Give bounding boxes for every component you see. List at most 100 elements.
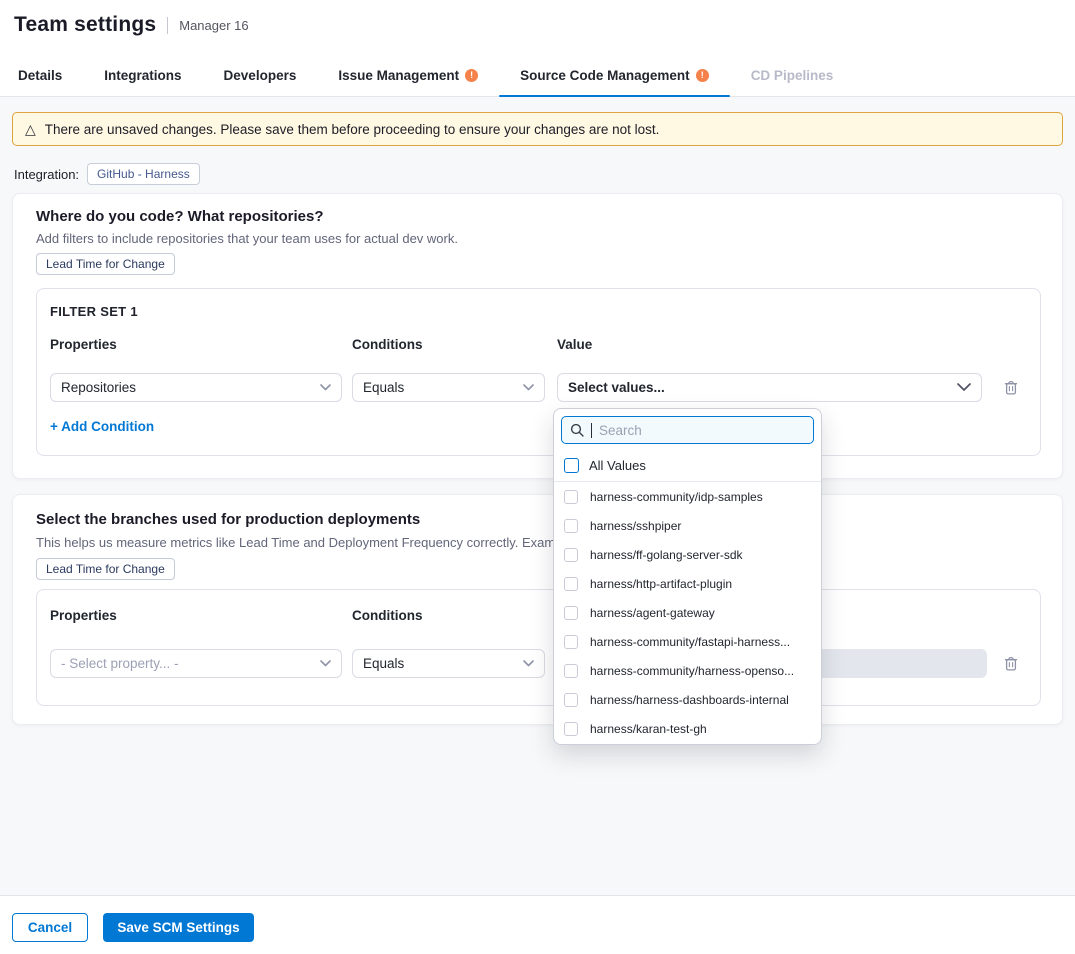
- delete-filter-button[interactable]: [1002, 378, 1020, 396]
- dropdown-search-wrap: [554, 409, 821, 450]
- filter-set-1: FILTER SET 1 Properties Conditions Value…: [36, 288, 1041, 456]
- checkbox-unchecked-icon[interactable]: [564, 664, 578, 678]
- tab-developers[interactable]: Developers: [203, 55, 318, 96]
- add-condition-button[interactable]: + Add Condition: [50, 419, 154, 434]
- all-values-row[interactable]: All Values: [554, 450, 821, 482]
- value-multiselect[interactable]: Select values...: [557, 373, 982, 402]
- value-multiselect-placeholder: Select values...: [568, 380, 665, 395]
- tab-issue-management[interactable]: Issue Management !: [317, 55, 499, 96]
- tab-bar: Details Integrations Developers Issue Ma…: [0, 55, 1075, 97]
- banner-text: There are unsaved changes. Please save t…: [45, 122, 660, 137]
- repo-option-row[interactable]: harness/…: [554, 743, 821, 745]
- dropdown-search-box: [561, 416, 814, 444]
- checkbox-unchecked-icon[interactable]: [564, 458, 579, 473]
- lead-time-tag: Lead Time for Change: [36, 253, 175, 275]
- branches-card: Select the branches used for production …: [12, 494, 1063, 725]
- warning-badge-icon: !: [465, 69, 478, 82]
- repo-option-row[interactable]: harness/ff-golang-server-sdk: [554, 540, 821, 569]
- branch-condition-select[interactable]: Equals: [352, 649, 545, 678]
- tab-label: Integrations: [104, 68, 181, 83]
- branches-card-subtitle: This helps us measure metrics like Lead …: [36, 535, 591, 550]
- repositories-card-title: Where do you code? What repositories?: [36, 208, 324, 225]
- tab-source-code-management[interactable]: Source Code Management !: [499, 55, 730, 96]
- page-title: Team settings: [14, 13, 156, 37]
- branch-property-select[interactable]: - Select property... -: [50, 649, 342, 678]
- page-subtitle: Manager 16: [167, 17, 248, 34]
- property-select-value: Repositories: [61, 380, 136, 395]
- conditions-column-label: Conditions: [352, 608, 423, 623]
- repo-option-row[interactable]: harness/harness-dashboards-internal: [554, 685, 821, 714]
- trash-icon: [1003, 379, 1019, 396]
- tab-label: Developers: [224, 68, 297, 83]
- checkbox-unchecked-icon[interactable]: [564, 490, 578, 504]
- values-dropdown-options: harness-community/idp-samples harness/ss…: [554, 482, 821, 745]
- checkbox-unchecked-icon[interactable]: [564, 577, 578, 591]
- property-select[interactable]: Repositories: [50, 373, 342, 402]
- repo-option-label: harness-community/harness-openso...: [590, 664, 794, 678]
- properties-column-label: Properties: [50, 337, 117, 352]
- search-input[interactable]: [599, 423, 805, 438]
- delete-filter-button[interactable]: [1002, 654, 1020, 672]
- checkbox-unchecked-icon[interactable]: [564, 606, 578, 620]
- repo-option-label: harness/agent-gateway: [590, 606, 715, 620]
- tab-details[interactable]: Details: [18, 55, 83, 96]
- cancel-button[interactable]: Cancel: [12, 913, 88, 942]
- condition-select-value: Equals: [363, 380, 404, 395]
- tab-label: Details: [18, 68, 62, 83]
- tab-cd-pipelines: CD Pipelines: [730, 55, 855, 96]
- chevron-down-icon: [320, 660, 331, 667]
- repo-option-label: harness-community/fastapi-harness...: [590, 635, 790, 649]
- checkbox-unchecked-icon[interactable]: [564, 519, 578, 533]
- footer-bar: Cancel Save SCM Settings: [0, 895, 1075, 954]
- text-caret: [591, 423, 592, 438]
- tab-label: Issue Management: [338, 68, 459, 83]
- tab-label: Source Code Management: [520, 68, 690, 83]
- repo-option-label: harness-community/idp-samples: [590, 490, 763, 504]
- all-values-label: All Values: [589, 458, 646, 473]
- repo-option-row[interactable]: harness/sshpiper: [554, 511, 821, 540]
- repo-option-row[interactable]: harness/agent-gateway: [554, 598, 821, 627]
- value-column-label: Value: [557, 337, 592, 352]
- checkbox-unchecked-icon[interactable]: [564, 548, 578, 562]
- lead-time-tag: Lead Time for Change: [36, 558, 175, 580]
- search-icon: [570, 423, 584, 437]
- trash-icon: [1003, 655, 1019, 672]
- repo-option-label: harness/karan-test-gh: [590, 722, 707, 736]
- branch-condition-value: Equals: [363, 656, 404, 671]
- properties-column-label: Properties: [50, 608, 117, 623]
- branch-filter-set: Properties Conditions - Select property.…: [36, 589, 1041, 706]
- integration-row: Integration: GitHub - Harness: [14, 163, 200, 185]
- checkbox-unchecked-icon[interactable]: [564, 722, 578, 736]
- repo-option-label: harness/ff-golang-server-sdk: [590, 548, 743, 562]
- filter-set-title: FILTER SET 1: [50, 304, 138, 319]
- save-scm-settings-button[interactable]: Save SCM Settings: [103, 913, 254, 942]
- repo-option-label: harness/sshpiper: [590, 519, 681, 533]
- branches-card-title: Select the branches used for production …: [36, 511, 420, 528]
- page-header: Team settings Manager 16: [14, 13, 249, 37]
- values-dropdown: All Values harness-community/idp-samples…: [553, 408, 822, 745]
- unsaved-changes-banner: △︎ There are unsaved changes. Please sav…: [12, 112, 1063, 146]
- repositories-card-subtitle: Add filters to include repositories that…: [36, 231, 458, 246]
- warning-badge-icon: !: [696, 69, 709, 82]
- repo-option-label: harness/http-artifact-plugin: [590, 577, 732, 591]
- integration-chip[interactable]: GitHub - Harness: [87, 163, 200, 185]
- checkbox-unchecked-icon[interactable]: [564, 693, 578, 707]
- repo-option-row[interactable]: harness-community/idp-samples: [554, 482, 821, 511]
- repositories-card: Where do you code? What repositories? Ad…: [12, 193, 1063, 479]
- chevron-down-icon: [523, 384, 534, 391]
- conditions-column-label: Conditions: [352, 337, 423, 352]
- repo-option-row[interactable]: harness-community/harness-openso...: [554, 656, 821, 685]
- chevron-down-icon: [957, 383, 971, 392]
- warning-triangle-icon: △︎: [25, 122, 36, 136]
- repo-option-label: harness/harness-dashboards-internal: [590, 693, 789, 707]
- chevron-down-icon: [320, 384, 331, 391]
- repo-option-row[interactable]: harness-community/fastapi-harness...: [554, 627, 821, 656]
- tab-label: CD Pipelines: [751, 68, 834, 83]
- chevron-down-icon: [523, 660, 534, 667]
- repo-option-row[interactable]: harness/karan-test-gh: [554, 714, 821, 743]
- integration-label: Integration:: [14, 167, 79, 182]
- tab-integrations[interactable]: Integrations: [83, 55, 202, 96]
- repo-option-row[interactable]: harness/http-artifact-plugin: [554, 569, 821, 598]
- checkbox-unchecked-icon[interactable]: [564, 635, 578, 649]
- condition-select[interactable]: Equals: [352, 373, 545, 402]
